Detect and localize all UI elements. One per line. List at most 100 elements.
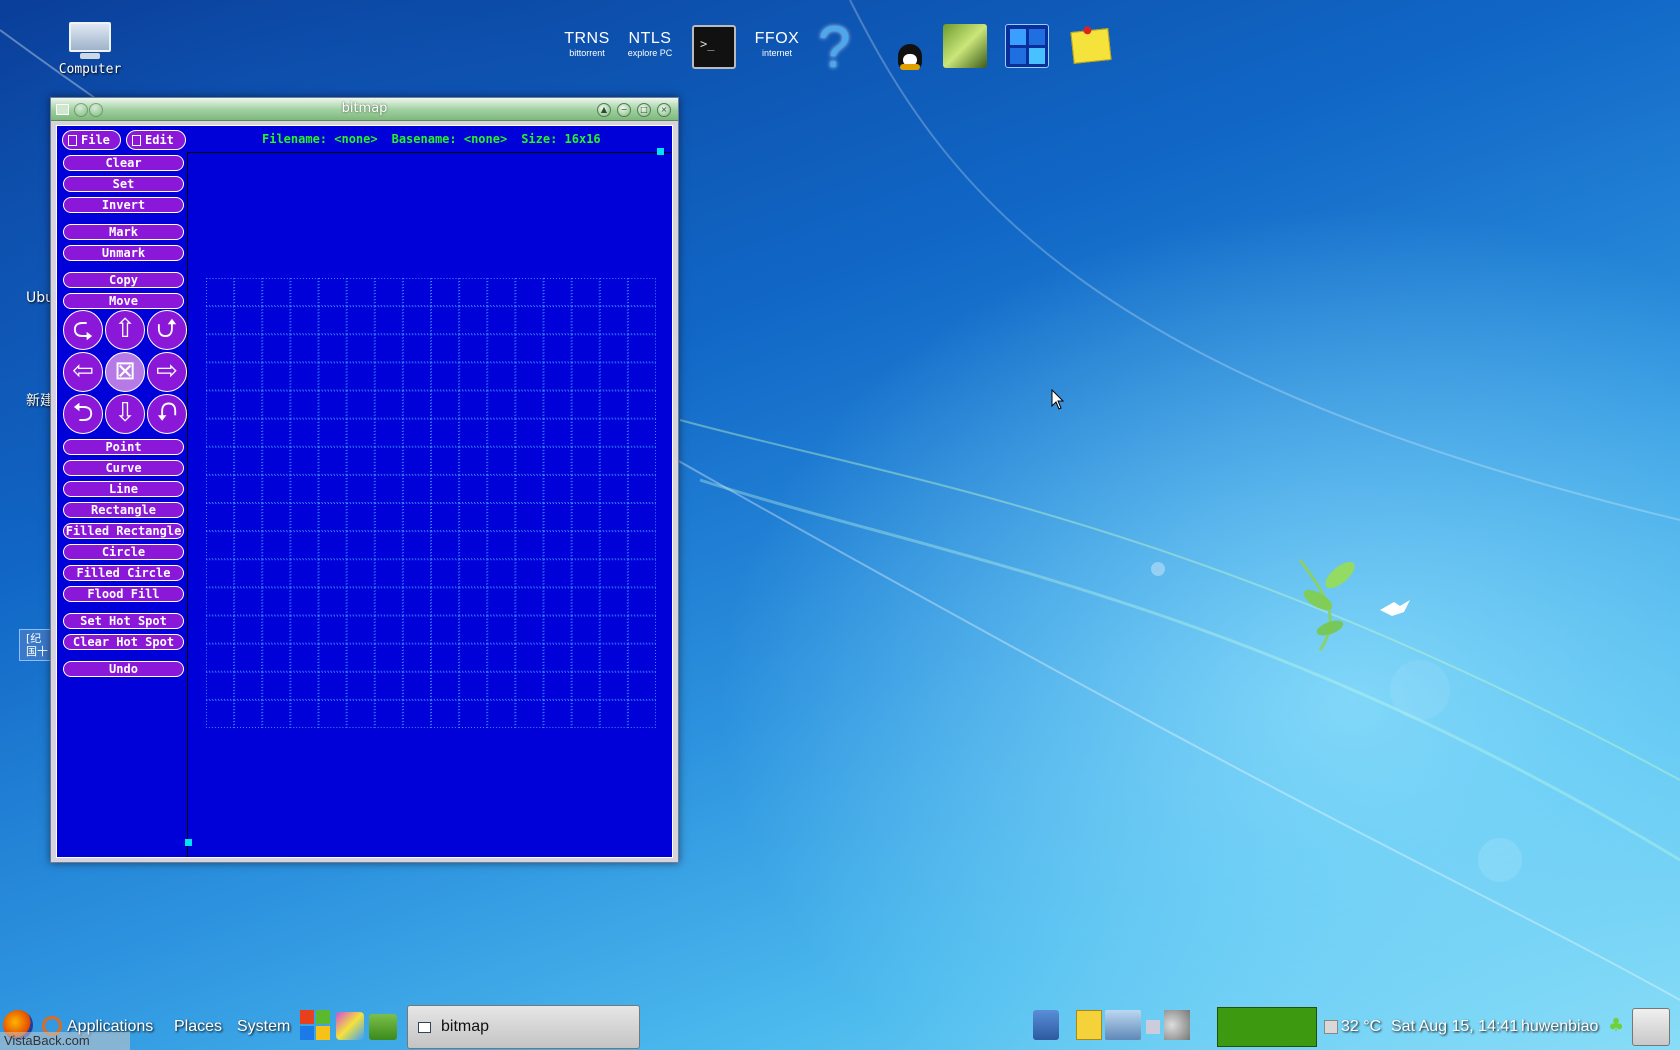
bitmap-cell[interactable] bbox=[318, 503, 347, 532]
trash-icon[interactable] bbox=[1033, 1010, 1059, 1040]
bitmap-cell[interactable] bbox=[374, 559, 403, 588]
bitmap-cell[interactable] bbox=[487, 418, 516, 447]
bitmap-cell[interactable] bbox=[459, 418, 488, 447]
bitmap-cell[interactable] bbox=[431, 587, 460, 616]
bitmap-cell[interactable] bbox=[374, 615, 403, 644]
bitmap-cell[interactable] bbox=[318, 306, 347, 335]
bitmap-cell[interactable] bbox=[627, 671, 656, 700]
bitmap-cell[interactable] bbox=[571, 503, 600, 532]
bitmap-cell[interactable] bbox=[346, 446, 375, 475]
bitmap-cell[interactable] bbox=[515, 474, 544, 503]
bitmap-cell[interactable] bbox=[290, 390, 319, 419]
bitmap-cell[interactable] bbox=[487, 306, 516, 335]
bitmap-cell[interactable] bbox=[487, 334, 516, 363]
bitmap-cell[interactable] bbox=[402, 278, 431, 307]
help-icon[interactable]: ? bbox=[818, 14, 850, 81]
bitmap-cell[interactable] bbox=[459, 559, 488, 588]
bitmap-cell[interactable] bbox=[318, 474, 347, 503]
bitmap-cell[interactable] bbox=[515, 334, 544, 363]
bitmap-cell[interactable] bbox=[431, 306, 460, 335]
bitmap-cell[interactable] bbox=[290, 559, 319, 588]
bitmap-cell[interactable] bbox=[487, 587, 516, 616]
bitmap-cell[interactable] bbox=[571, 699, 600, 728]
bitmap-cell[interactable] bbox=[571, 587, 600, 616]
bitmap-cell[interactable] bbox=[346, 362, 375, 391]
bitmap-cell[interactable] bbox=[459, 390, 488, 419]
bitmap-cell[interactable] bbox=[402, 643, 431, 672]
bitmap-cell[interactable] bbox=[290, 615, 319, 644]
terminal-icon[interactable]: >_ bbox=[692, 25, 736, 69]
bitmap-cell[interactable] bbox=[431, 643, 460, 672]
bitmap-cell[interactable] bbox=[234, 559, 263, 588]
rotate-right-button[interactable]: ⮏ bbox=[147, 394, 187, 434]
bitmap-cell[interactable] bbox=[599, 503, 628, 532]
bitmap-cell[interactable] bbox=[318, 362, 347, 391]
bitmap-cell[interactable] bbox=[262, 615, 291, 644]
bitmap-cell[interactable] bbox=[374, 334, 403, 363]
bitmap-cell[interactable] bbox=[627, 587, 656, 616]
bitmap-cell[interactable] bbox=[431, 446, 460, 475]
bitmap-cell[interactable] bbox=[402, 334, 431, 363]
bitmap-cell[interactable] bbox=[262, 390, 291, 419]
bitmap-cell[interactable] bbox=[262, 671, 291, 700]
bitmap-cell[interactable] bbox=[234, 334, 263, 363]
bitmap-cell[interactable] bbox=[487, 699, 516, 728]
bitmap-cell[interactable] bbox=[487, 531, 516, 560]
bitmap-cell[interactable] bbox=[543, 531, 572, 560]
bitmap-cell[interactable] bbox=[234, 390, 263, 419]
bitmap-cell[interactable] bbox=[459, 446, 488, 475]
user-status-icon[interactable]: ♣ bbox=[1608, 1015, 1628, 1036]
desktop-file-badge[interactable]: [纪 国十 bbox=[19, 629, 51, 661]
bitmap-cell[interactable] bbox=[571, 278, 600, 307]
bitmap-cell[interactable] bbox=[599, 418, 628, 447]
bitmap-cell[interactable] bbox=[290, 503, 319, 532]
bitmap-cell[interactable] bbox=[346, 643, 375, 672]
bitmap-cell[interactable] bbox=[459, 531, 488, 560]
bitmap-cell[interactable] bbox=[599, 278, 628, 307]
bitmap-cell[interactable] bbox=[318, 615, 347, 644]
paint-brush-icon[interactable] bbox=[336, 1012, 364, 1040]
windows-theme-icon[interactable] bbox=[1005, 24, 1049, 68]
bitmap-cell[interactable] bbox=[262, 278, 291, 307]
notes-icon[interactable] bbox=[1076, 1010, 1102, 1040]
file-menu-button[interactable]: File bbox=[62, 130, 121, 150]
bitmap-cell[interactable] bbox=[487, 559, 516, 588]
bitmap-cell[interactable] bbox=[627, 306, 656, 335]
bitmap-cell[interactable] bbox=[543, 418, 572, 447]
books-icon[interactable] bbox=[369, 1014, 397, 1040]
bitmap-cell[interactable] bbox=[431, 474, 460, 503]
bitmap-cell[interactable] bbox=[262, 446, 291, 475]
bitmap-cell[interactable] bbox=[431, 278, 460, 307]
bitmap-cell[interactable] bbox=[515, 418, 544, 447]
bitmap-cell[interactable] bbox=[515, 446, 544, 475]
bitmap-cell[interactable] bbox=[206, 587, 235, 616]
bitmap-cell[interactable] bbox=[543, 278, 572, 307]
system-monitor-graph[interactable] bbox=[1217, 1007, 1317, 1047]
bitmap-cell[interactable] bbox=[543, 587, 572, 616]
close-icon[interactable]: × bbox=[657, 103, 671, 117]
bitmap-cell[interactable] bbox=[402, 559, 431, 588]
bitmap-cell[interactable] bbox=[262, 587, 291, 616]
bitmap-cell[interactable] bbox=[234, 362, 263, 391]
bitmap-cell[interactable] bbox=[318, 643, 347, 672]
bitmap-cell[interactable] bbox=[515, 559, 544, 588]
bitmap-cell[interactable] bbox=[374, 390, 403, 419]
bitmap-cell[interactable] bbox=[374, 587, 403, 616]
bitmap-cell[interactable] bbox=[571, 362, 600, 391]
bitmap-cell[interactable] bbox=[318, 418, 347, 447]
bitmap-cell[interactable] bbox=[374, 503, 403, 532]
bitmap-cell[interactable] bbox=[459, 643, 488, 672]
bitmap-cell[interactable] bbox=[234, 615, 263, 644]
launcher-trns[interactable]: TRNS bittorrent bbox=[559, 30, 615, 58]
bitmap-cell[interactable] bbox=[290, 446, 319, 475]
bitmap-cell[interactable] bbox=[402, 615, 431, 644]
system-menu[interactable]: System bbox=[237, 1018, 290, 1036]
bitmap-cell[interactable] bbox=[599, 587, 628, 616]
bitmap-cell[interactable] bbox=[234, 278, 263, 307]
bitmap-cell[interactable] bbox=[234, 699, 263, 728]
bitmap-cell[interactable] bbox=[543, 446, 572, 475]
bitmap-cell[interactable] bbox=[206, 503, 235, 532]
bitmap-cell[interactable] bbox=[459, 587, 488, 616]
bitmap-cell[interactable] bbox=[346, 559, 375, 588]
bitmap-cell[interactable] bbox=[459, 334, 488, 363]
